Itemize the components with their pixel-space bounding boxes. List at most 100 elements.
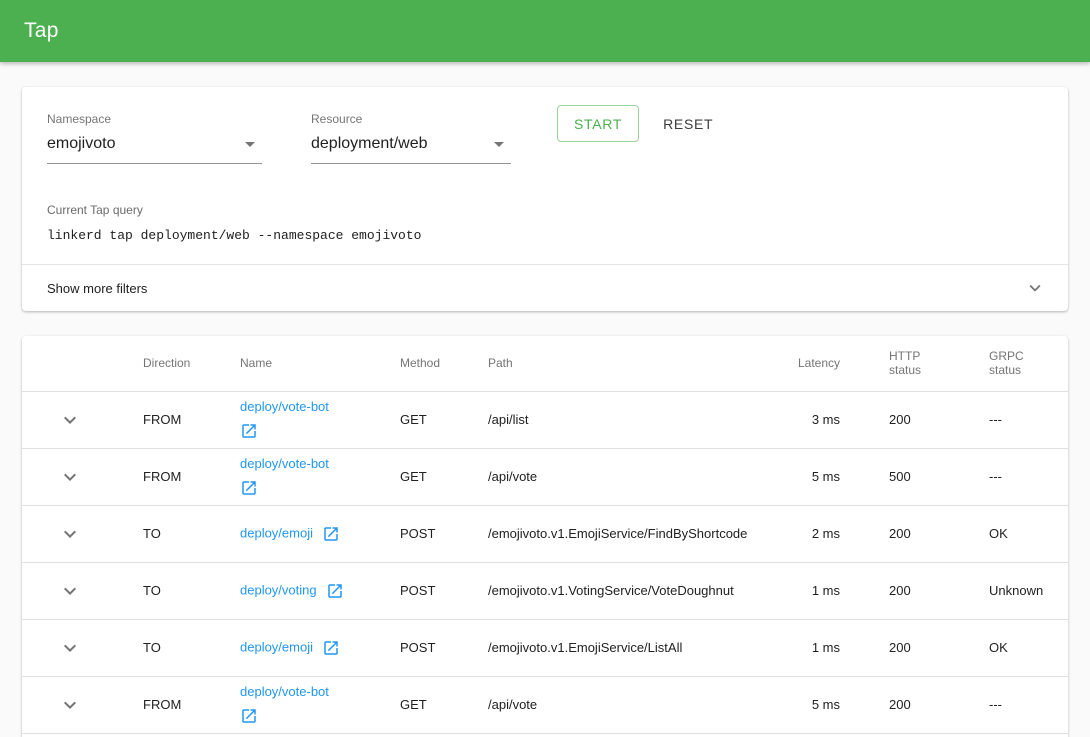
open-in-new-icon[interactable]	[322, 639, 340, 657]
row-http-status: 200	[840, 619, 989, 676]
open-in-new-icon[interactable]	[240, 422, 400, 440]
row-direction: FROM	[143, 676, 240, 733]
expand-row-button[interactable]	[58, 579, 82, 603]
namespace-select[interactable]: emojivoto	[47, 132, 262, 164]
resource-label: Resource	[311, 112, 511, 126]
expand-row-button[interactable]	[58, 693, 82, 717]
row-grpc-status: ---	[989, 676, 1068, 733]
row-direction: TO	[143, 505, 240, 562]
namespace-label: Namespace	[47, 112, 262, 126]
header-direction: Direction	[143, 336, 240, 391]
app-bar: Tap	[0, 0, 1090, 62]
reset-button[interactable]: RESET	[655, 105, 721, 142]
namespace-value: emojivoto	[47, 135, 115, 153]
open-in-new-icon[interactable]	[326, 582, 344, 600]
row-http-status: 500	[840, 448, 989, 505]
row-path: /api/list	[488, 391, 778, 448]
row-latency: 5 ms	[778, 676, 840, 733]
table-row: FROM deploy/vote-bot GET /api/list 3 ms …	[22, 391, 1068, 448]
header-latency: Latency	[778, 336, 840, 391]
row-latency: 2 ms	[778, 505, 840, 562]
row-grpc-status: OK	[989, 505, 1068, 562]
tap-results-table: Direction Name Method Path Latency HTTP …	[22, 336, 1068, 734]
row-http-status: 200	[840, 505, 989, 562]
current-query-section: Current Tap query linkerd tap deployment…	[22, 201, 1068, 243]
show-more-filters-label: Show more filters	[47, 281, 147, 296]
expand-row-button[interactable]	[58, 522, 82, 546]
resource-select[interactable]: deployment/web	[311, 132, 511, 164]
current-query-text: linkerd tap deployment/web --namespace e…	[47, 228, 1043, 243]
name-cell-content: deploy/voting	[240, 582, 400, 600]
chevron-down-icon	[58, 408, 82, 432]
start-button[interactable]: START	[557, 105, 639, 142]
table-header-row: Direction Name Method Path Latency HTTP …	[22, 336, 1068, 391]
row-latency: 1 ms	[778, 562, 840, 619]
row-path: /api/vote	[488, 448, 778, 505]
table-row: FROM deploy/vote-bot GET /api/vote 5 ms …	[22, 448, 1068, 505]
resource-link[interactable]: deploy/vote-bot	[240, 456, 329, 471]
row-method: POST	[400, 562, 488, 619]
header-path: Path	[488, 336, 778, 391]
tap-table-body: FROM deploy/vote-bot GET /api/list 3 ms …	[22, 391, 1068, 733]
open-in-new-icon[interactable]	[240, 479, 400, 497]
open-in-new-icon[interactable]	[322, 525, 340, 543]
chevron-down-icon	[58, 693, 82, 717]
table-row: TO deploy/emoji POST /emojivoto.v1.Emoji…	[22, 505, 1068, 562]
row-http-status: 200	[840, 676, 989, 733]
resource-link[interactable]: deploy/emoji	[240, 525, 313, 540]
resource-link[interactable]: deploy/vote-bot	[240, 684, 329, 699]
show-more-filters-toggle[interactable]: Show more filters	[22, 264, 1068, 311]
resource-link[interactable]: deploy/voting	[240, 582, 317, 597]
row-path: /emojivoto.v1.EmojiService/ListAll	[488, 619, 778, 676]
chevron-down-icon	[58, 522, 82, 546]
resource-link[interactable]: deploy/emoji	[240, 639, 313, 654]
chevron-down-icon	[1024, 277, 1046, 299]
row-method: GET	[400, 391, 488, 448]
expand-row-button[interactable]	[58, 636, 82, 660]
row-grpc-status: Unknown	[989, 562, 1068, 619]
header-expand	[22, 336, 143, 391]
chevron-down-icon	[58, 579, 82, 603]
row-path: /emojivoto.v1.EmojiService/FindByShortco…	[488, 505, 778, 562]
row-path: /emojivoto.v1.VotingService/VoteDoughnut	[488, 562, 778, 619]
current-query-label: Current Tap query	[47, 203, 143, 217]
row-grpc-status: ---	[989, 448, 1068, 505]
row-direction: FROM	[143, 448, 240, 505]
chevron-down-icon	[58, 465, 82, 489]
dropdown-arrow-icon	[238, 132, 262, 156]
name-cell-content: deploy/emoji	[240, 525, 400, 543]
row-method: POST	[400, 505, 488, 562]
row-http-status: 200	[840, 391, 989, 448]
name-cell-content: deploy/vote-bot	[240, 684, 400, 725]
row-method: POST	[400, 619, 488, 676]
row-method: GET	[400, 448, 488, 505]
name-cell-content: deploy/vote-bot	[240, 456, 400, 497]
resource-field: Resource deployment/web	[311, 112, 511, 164]
expand-row-button[interactable]	[58, 465, 82, 489]
name-cell-content: deploy/vote-bot	[240, 399, 400, 440]
header-grpc-status: GRPC status	[989, 336, 1068, 391]
expand-row-button[interactable]	[58, 408, 82, 432]
row-http-status: 200	[840, 562, 989, 619]
namespace-field: Namespace emojivoto	[47, 112, 262, 164]
row-grpc-status: OK	[989, 619, 1068, 676]
open-in-new-icon[interactable]	[240, 707, 400, 725]
name-cell-content: deploy/emoji	[240, 639, 400, 657]
row-direction: TO	[143, 562, 240, 619]
row-path: /api/vote	[488, 676, 778, 733]
dropdown-arrow-icon	[487, 132, 511, 156]
tap-filter-card: Namespace emojivoto Resource deployment/…	[22, 87, 1068, 311]
row-latency: 3 ms	[778, 391, 840, 448]
table-row: FROM deploy/vote-bot GET /api/vote 5 ms …	[22, 676, 1068, 733]
row-direction: TO	[143, 619, 240, 676]
row-latency: 1 ms	[778, 619, 840, 676]
table-row: TO deploy/emoji POST /emojivoto.v1.Emoji…	[22, 619, 1068, 676]
resource-link[interactable]: deploy/vote-bot	[240, 399, 329, 414]
header-http-status: HTTP status	[840, 336, 989, 391]
header-name: Name	[240, 336, 400, 391]
row-grpc-status: ---	[989, 391, 1068, 448]
resource-value: deployment/web	[311, 135, 428, 153]
tap-results-card: Direction Name Method Path Latency HTTP …	[22, 336, 1068, 737]
table-row: TO deploy/voting POST /emojivoto.v1.Voti…	[22, 562, 1068, 619]
header-method: Method	[400, 336, 488, 391]
